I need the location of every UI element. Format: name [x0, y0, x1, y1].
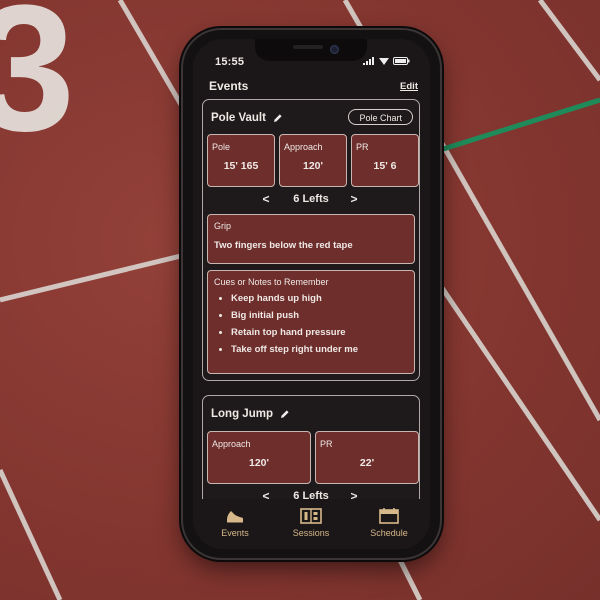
approach-stepper: < 6 Lefts > — [203, 192, 419, 208]
lane-number: 3 — [0, 0, 75, 169]
event-title: Long Jump — [211, 408, 273, 420]
list-item: Keep hands up high — [231, 293, 358, 304]
cues-list: Keep hands up high Big initial push Reta… — [208, 293, 358, 361]
calendar-icon — [379, 508, 399, 524]
stat-tile-pr[interactable]: PR 22' — [315, 431, 419, 484]
stepper-value: 6 Lefts — [293, 490, 329, 499]
page-title: Events — [209, 79, 249, 93]
stat-tile-pole[interactable]: Pole 15' 165 — [207, 134, 275, 187]
stat-tile-approach[interactable]: Approach 120' — [207, 431, 311, 484]
battery-icon — [393, 57, 410, 65]
event-title: Pole Vault — [211, 112, 266, 124]
list-item: Retain top hand pressure — [231, 327, 358, 338]
list-item: Big initial push — [231, 310, 358, 321]
grip-note[interactable]: Grip Two fingers below the red tape — [207, 214, 415, 264]
edit-button[interactable]: Edit — [400, 81, 418, 92]
status-time: 15:55 — [215, 56, 245, 68]
shoe-icon — [227, 511, 243, 523]
tab-events[interactable]: Events — [205, 507, 265, 538]
stepper-next-button[interactable]: > — [347, 489, 361, 499]
scoreboard-icon — [300, 508, 322, 524]
tab-bar: Events Sessions Schedule — [193, 499, 430, 549]
cues-note[interactable]: Cues or Notes to Remember Keep hands up … — [207, 270, 415, 374]
signal-icon — [363, 57, 374, 65]
stepper-next-button[interactable]: > — [347, 192, 361, 206]
approach-stepper: < 6 Lefts > — [203, 489, 419, 499]
stat-tile-approach[interactable]: Approach 120' — [279, 134, 347, 187]
notch — [255, 39, 367, 61]
event-card-long-jump: Long Jump Approach 120' PR 22' < 6 Lefts… — [202, 395, 420, 499]
pole-chart-button[interactable]: Pole Chart — [348, 109, 413, 125]
phone-screen: 15:55 Events Edit Pole Vault Pole Chart … — [193, 39, 430, 549]
stat-tile-pr[interactable]: PR 15' 6 — [351, 134, 419, 187]
pencil-icon[interactable] — [273, 113, 283, 123]
app-header: Events Edit — [193, 75, 430, 97]
tab-sessions[interactable]: Sessions — [281, 507, 341, 538]
events-list[interactable]: Pole Vault Pole Chart Pole 15' 165 Appro… — [193, 99, 430, 499]
pencil-icon[interactable] — [280, 409, 290, 419]
list-item: Take off step right under me — [231, 344, 358, 355]
wifi-icon — [379, 58, 389, 65]
phone-frame: 15:55 Events Edit Pole Vault Pole Chart … — [183, 30, 440, 558]
event-card-pole-vault: Pole Vault Pole Chart Pole 15' 165 Appro… — [202, 99, 420, 381]
stepper-value: 6 Lefts — [293, 193, 329, 205]
tab-schedule[interactable]: Schedule — [359, 507, 419, 538]
